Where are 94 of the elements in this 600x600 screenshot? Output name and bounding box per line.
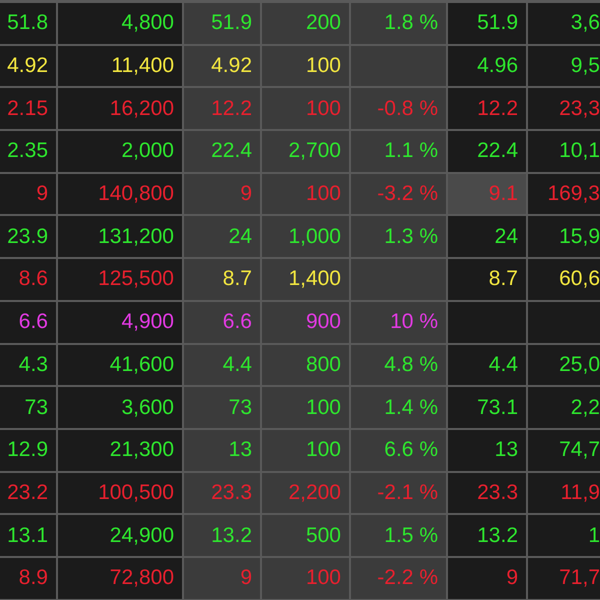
table-cell: 73 — [0, 387, 56, 428]
table-cell: 1,400 — [262, 259, 349, 300]
table-cell: 72,800 — [58, 558, 182, 599]
table-cell: 16,200 — [58, 88, 182, 130]
table-cell: 41,600 — [58, 344, 182, 386]
table-cell: 1.3 % — [351, 216, 446, 258]
table-cell: 200 — [262, 3, 349, 44]
table-cell: 4.3 — [0, 344, 56, 386]
table-cell: 11,400 — [58, 46, 182, 86]
table-cell: 4,800 — [58, 3, 182, 44]
table-cell: 6.6 — [0, 302, 56, 342]
table-cell: 13.2 — [448, 515, 526, 556]
table-cell: 131,200 — [58, 216, 182, 258]
table-cell: 12.9 — [0, 430, 56, 471]
table-cell: 100 — [262, 46, 349, 86]
table-cell: 4.4 — [184, 344, 260, 386]
table-cell: 800 — [262, 344, 349, 386]
table-cell: 9,5 — [528, 46, 600, 86]
table-cell: 6.6 % — [351, 430, 446, 471]
table-cell: 2,2 — [528, 387, 600, 428]
table-cell: 13 — [448, 430, 526, 471]
table-cell: 23.3 — [184, 472, 260, 514]
table-cell: 100 — [262, 558, 349, 599]
table-cell: 169,3 — [528, 174, 600, 214]
table-cell: -0.8 % — [351, 88, 446, 130]
table-cell: -2.1 % — [351, 472, 446, 514]
table-cell: 8.7 — [448, 259, 526, 300]
table-cell: 3,6 — [528, 3, 600, 44]
table-cell: 9 — [0, 174, 56, 214]
table-cell: 10,1 — [528, 131, 600, 172]
table-cell: 9 — [184, 174, 260, 214]
table-cell: 24 — [184, 216, 260, 258]
table-cell: 9.1 — [448, 174, 526, 214]
table-cell: 22.4 — [184, 131, 260, 172]
table-cell: 1.5 % — [351, 515, 446, 556]
table-cell: -2.2 % — [351, 558, 446, 599]
table-cell: 10 % — [351, 302, 446, 342]
table-cell: 4.8 % — [351, 344, 446, 386]
table-cell: 15,9 — [528, 216, 600, 258]
table-cell: 140,800 — [58, 174, 182, 214]
table-cell: 9 — [448, 558, 526, 599]
table-cell: 8.6 — [0, 259, 56, 300]
table-cell: 3,600 — [58, 387, 182, 428]
table-cell: -3.2 % — [351, 174, 446, 214]
table-cell: 23.3 — [448, 472, 526, 514]
table-cell: 24,900 — [58, 515, 182, 556]
table-cell: 1.1 % — [351, 131, 446, 172]
table-cell: 73 — [184, 387, 260, 428]
table-cell: 2,700 — [262, 131, 349, 172]
table-cell: 4.92 — [184, 46, 260, 86]
table-cell: 100 — [262, 387, 349, 428]
table-cell: 12.2 — [184, 88, 260, 130]
table-cell: 2.35 — [0, 131, 56, 172]
table-cell: 2,000 — [58, 131, 182, 172]
table-cell: 2,200 — [262, 472, 349, 514]
table-cell: 8.7 — [184, 259, 260, 300]
table-cell: 4.96 — [448, 46, 526, 86]
table-cell: 1.8 % — [351, 3, 446, 44]
table-cell: 12.2 — [448, 88, 526, 130]
table-cell: 100 — [262, 174, 349, 214]
table-cell: 25,0 — [528, 344, 600, 386]
table-cell: 60,6 — [528, 259, 600, 300]
table-cell: 1 — [528, 515, 600, 556]
table-cell: 23,3 — [528, 88, 600, 130]
table-cell: 900 — [262, 302, 349, 342]
table-cell: 4,900 — [58, 302, 182, 342]
table-cell: 71,7 — [528, 558, 600, 599]
table-cell: 24 — [448, 216, 526, 258]
table-cell: 2.15 — [0, 88, 56, 130]
table-cell: 74,7 — [528, 430, 600, 471]
table-cell: 22.4 — [448, 131, 526, 172]
table-cell: 8.9 — [0, 558, 56, 599]
table-cell: 100 — [262, 430, 349, 471]
table-cell: 51.9 — [184, 3, 260, 44]
table-cell: 100 — [262, 88, 349, 130]
table-cell: 4.4 — [448, 344, 526, 386]
table-cell: 13.1 — [0, 515, 56, 556]
table-cell: 11,9 — [528, 472, 600, 514]
table-cell: 6.6 — [184, 302, 260, 342]
table-cell: 73.1 — [448, 387, 526, 428]
table-cell: 1,000 — [262, 216, 349, 258]
table-cell: 9 — [184, 558, 260, 599]
table-cell: 100,500 — [58, 472, 182, 514]
table-cell: 13 — [184, 430, 260, 471]
table-cell: 13.2 — [184, 515, 260, 556]
table-cell: 125,500 — [58, 259, 182, 300]
table-cell: 51.9 — [448, 3, 526, 44]
table-cell: 4.92 — [0, 46, 56, 86]
table-cell: 23.9 — [0, 216, 56, 258]
table-cell: 21,300 — [58, 430, 182, 471]
table-cell: 1.4 % — [351, 387, 446, 428]
table-cell: 51.8 — [0, 3, 56, 44]
table-cell: 500 — [262, 515, 349, 556]
table-cell: 23.2 — [0, 472, 56, 514]
